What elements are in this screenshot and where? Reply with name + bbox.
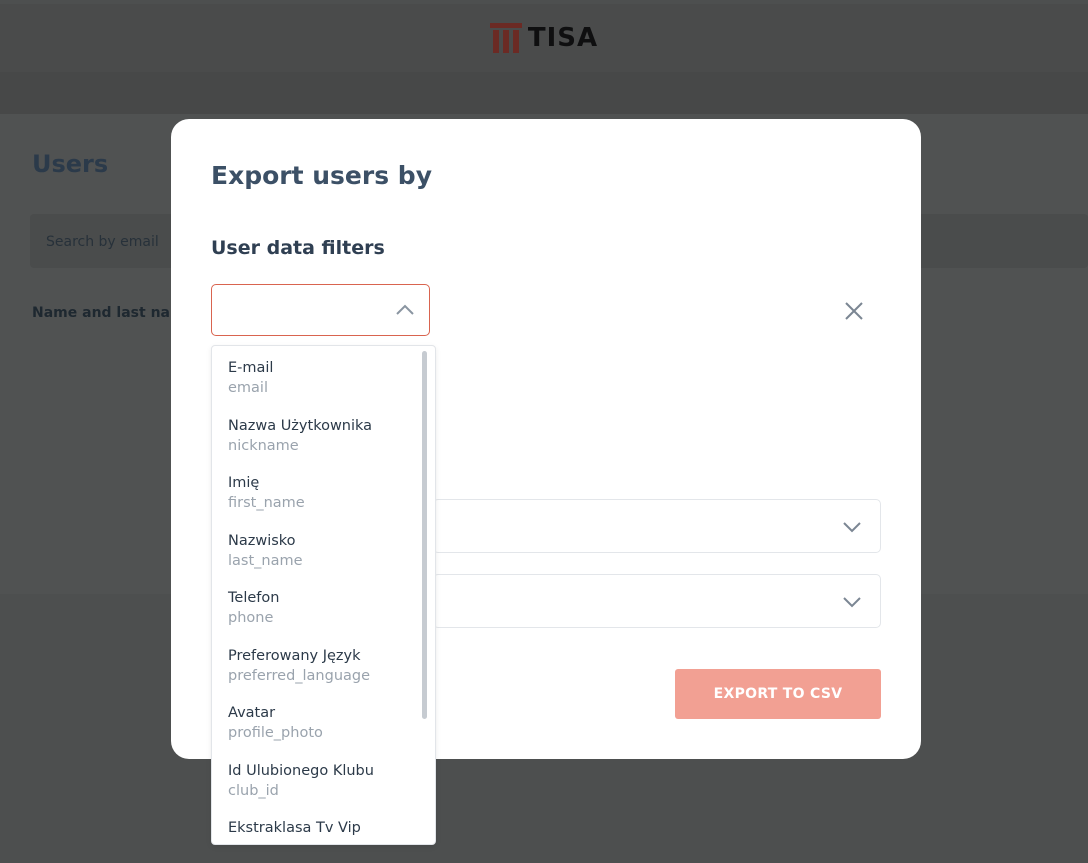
export-csv-button[interactable]: EXPORT TO CSV [675, 669, 881, 719]
brand-name: TISA [527, 23, 599, 53]
option-key: last_name [228, 553, 303, 569]
dropdown-option-club-id[interactable]: Id Ulubionego Klubu club_id [228, 761, 374, 801]
app-header: TISA [0, 4, 1088, 72]
option-label: Avatar [228, 705, 276, 721]
chevron-up-icon [396, 304, 414, 315]
chevron-down-icon [843, 522, 861, 533]
dropdown-option-ekstraklasa-tv-vip[interactable]: Ekstraklasa Tv Vip [228, 818, 361, 838]
option-label: Nazwisko [228, 533, 296, 549]
page-title: Users [32, 150, 109, 178]
option-key: profile_photo [228, 725, 323, 741]
option-key: phone [228, 610, 274, 626]
dropdown-scrollbar[interactable] [422, 351, 427, 719]
brand-logo[interactable]: TISA [489, 23, 599, 53]
filter-select-3[interactable] [433, 574, 881, 628]
modal-title: Export users by [211, 161, 432, 190]
option-key: club_id [228, 783, 279, 799]
option-label: Nazwa Użytkownika [228, 418, 373, 434]
chevron-down-icon [843, 597, 861, 608]
search-placeholder: Search by email [46, 234, 159, 250]
option-label: E-mail [228, 360, 274, 376]
option-label: Telefon [228, 590, 280, 606]
dropdown-option-email[interactable]: E-mail email [228, 358, 273, 398]
filters-title: User data filters [211, 237, 385, 259]
close-icon[interactable] [840, 297, 868, 325]
tisa-logo-icon [489, 23, 522, 53]
option-key: first_name [228, 495, 305, 511]
option-key: preferred_language [228, 668, 371, 684]
dropdown-option-first-name[interactable]: Imię first_name [228, 473, 305, 513]
option-label: Ekstraklasa Tv Vip [228, 820, 361, 836]
dropdown-option-preferred-language[interactable]: Preferowany Język preferred_language [228, 646, 370, 686]
page-strip [0, 72, 1088, 114]
option-key: email [228, 380, 268, 396]
filter-field-select[interactable] [211, 284, 430, 336]
dropdown-option-profile-photo[interactable]: Avatar profile_photo [228, 703, 323, 743]
dropdown-option-phone[interactable]: Telefon phone [228, 588, 279, 628]
column-header-name: Name and last na [32, 305, 170, 321]
option-label: Imię [228, 475, 260, 491]
dropdown-option-nickname[interactable]: Nazwa Użytkownika nickname [228, 416, 372, 456]
filter-select-2[interactable] [433, 499, 881, 553]
option-key: nickname [228, 438, 299, 454]
dropdown-option-last-name[interactable]: Nazwisko last_name [228, 531, 303, 571]
option-label: Id Ulubionego Klubu [228, 763, 374, 779]
filter-options-dropdown[interactable]: E-mail email Nazwa Użytkownika nickname … [211, 345, 436, 845]
option-label: Preferowany Język [228, 648, 361, 664]
